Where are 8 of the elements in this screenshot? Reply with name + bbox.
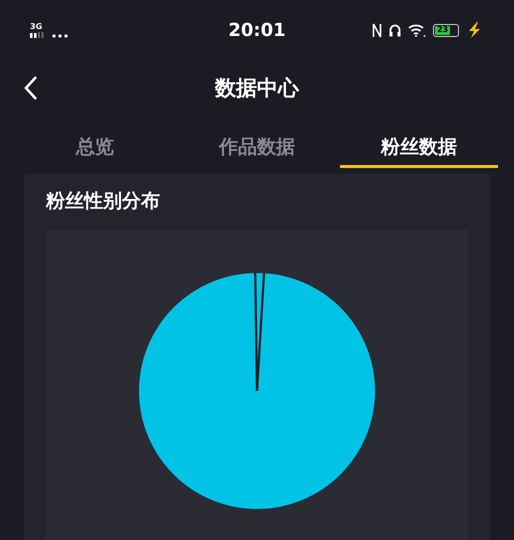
page-title: 数据中心 [215,75,299,102]
card-title: 粉丝性别分布 [46,189,161,214]
tab[interactable]: 粉丝数据 [340,122,498,168]
clock: 20:01 [228,20,286,40]
battery-icon: 23 [432,24,459,36]
network-label: 3G [30,22,44,31]
tab[interactable]: 总览 [16,122,174,168]
tab[interactable]: 作品数据 [178,122,336,168]
